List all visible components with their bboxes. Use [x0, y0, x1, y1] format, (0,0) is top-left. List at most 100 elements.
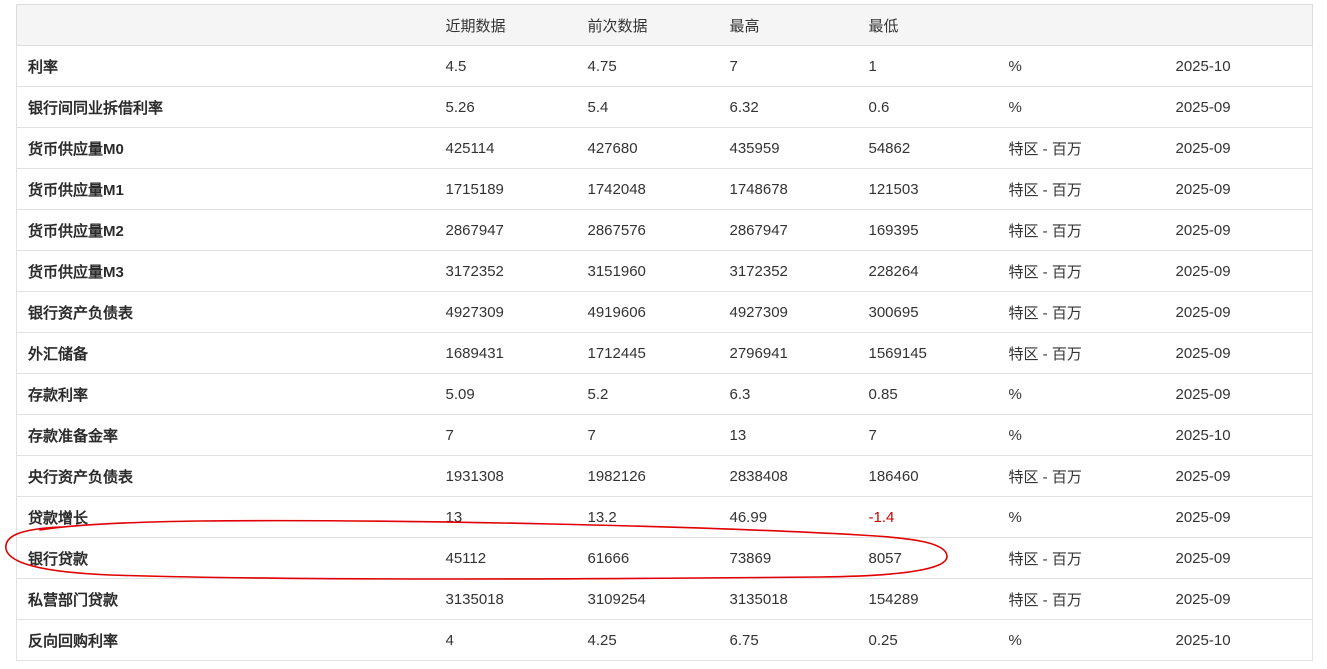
- row-latest: 1931308: [445, 455, 588, 497]
- table-row[interactable]: 反向回购利率 4 4.25 6.75 0.25% 2025-10: [16, 619, 1313, 661]
- row-name[interactable]: 央行资产负债表: [16, 455, 446, 497]
- header-latest[interactable]: 近期数据: [445, 4, 588, 46]
- row-unit: 特区 - 百万: [1008, 537, 1176, 579]
- row-unit: %: [1008, 414, 1176, 456]
- row-unit: %: [1008, 373, 1176, 415]
- row-unit: 特区 - 百万: [1008, 168, 1176, 210]
- row-latest: 45112: [445, 537, 588, 579]
- row-latest: 425114: [445, 127, 588, 169]
- table-row[interactable]: 存款利率 5.09 5.2 6.3 0.85% 2025-09: [16, 373, 1313, 415]
- row-latest: 1689431: [445, 332, 588, 374]
- row-name[interactable]: 外汇储备: [16, 332, 446, 374]
- row-date: 2025-09: [1175, 496, 1313, 538]
- row-date: 2025-09: [1175, 291, 1313, 333]
- table-header-row: 近期数据 前次数据 最高 最低: [16, 4, 1313, 46]
- header-previous[interactable]: 前次数据: [587, 4, 730, 46]
- row-low: 300695: [868, 291, 1009, 333]
- row-low: 0.6: [868, 86, 1009, 128]
- row-previous: 427680: [587, 127, 730, 169]
- header-high[interactable]: 最高: [729, 4, 869, 46]
- row-previous: 5.2: [587, 373, 730, 415]
- row-date: 2025-09: [1175, 537, 1313, 579]
- row-name[interactable]: 货币供应量M1: [16, 168, 446, 210]
- row-previous: 1982126: [587, 455, 730, 497]
- row-high: 3172352: [729, 250, 869, 292]
- row-name[interactable]: 私营部门贷款: [16, 578, 446, 620]
- row-high: 435959: [729, 127, 869, 169]
- row-name[interactable]: 银行资产负债表: [16, 291, 446, 333]
- row-low: 186460: [868, 455, 1009, 497]
- row-latest: 7: [445, 414, 588, 456]
- table-row[interactable]: 银行资产负债表 4927309 4919606 4927309 300695 特区 - 百…: [16, 291, 1313, 333]
- row-date: 2025-10: [1175, 414, 1313, 456]
- row-low: 7: [868, 414, 1009, 456]
- row-previous: 2867576: [587, 209, 730, 251]
- header-date: [1175, 4, 1313, 46]
- row-date: 2025-09: [1175, 209, 1313, 251]
- row-high: 2796941: [729, 332, 869, 374]
- row-unit: 特区 - 百万: [1008, 250, 1176, 292]
- row-high: 6.75: [729, 619, 869, 661]
- row-date: 2025-09: [1175, 250, 1313, 292]
- row-date: 2025-10: [1175, 619, 1313, 661]
- row-unit: 特区 - 百万: [1008, 455, 1176, 497]
- row-previous: 4919606: [587, 291, 730, 333]
- indicator-table-container: 近期数据 前次数据 最高 最低 利率 4.5 4.75 7 1% 2025-10 银行间同业…: [16, 4, 1313, 661]
- row-latest: 4: [445, 619, 588, 661]
- table-row[interactable]: 货币供应量M1 1715189 1742048 1748678 121503 特区 - 百…: [16, 168, 1313, 210]
- row-unit: 特区 - 百万: [1008, 291, 1176, 333]
- table-row[interactable]: 利率 4.5 4.75 7 1% 2025-10: [16, 45, 1313, 87]
- row-low: 1: [868, 45, 1009, 87]
- table-row[interactable]: 货币供应量M2 2867947 2867576 2867947 169395 特区 - 百…: [16, 209, 1313, 251]
- table-row[interactable]: 货币供应量M0 425114 427680 435959 54862 特区 - 百万 202…: [16, 127, 1313, 169]
- row-previous: 7: [587, 414, 730, 456]
- table-row[interactable]: 私营部门贷款 3135018 3109254 3135018 154289 特区 - 百万…: [16, 578, 1313, 620]
- row-unit: %: [1008, 496, 1176, 538]
- row-name[interactable]: 银行贷款: [16, 537, 446, 579]
- header-low[interactable]: 最低: [868, 4, 1009, 46]
- row-high: 13: [729, 414, 869, 456]
- row-name[interactable]: 利率: [16, 45, 446, 87]
- header-unit: [1008, 4, 1176, 46]
- table-row[interactable]: 存款准备金率 7 7 13 7% 2025-10: [16, 414, 1313, 456]
- row-latest: 3172352: [445, 250, 588, 292]
- row-latest: 4.5: [445, 45, 588, 87]
- row-date: 2025-09: [1175, 373, 1313, 415]
- row-high: 4927309: [729, 291, 869, 333]
- row-latest: 5.26: [445, 86, 588, 128]
- table-row[interactable]: 货币供应量M3 3172352 3151960 3172352 228264 特区 - 百…: [16, 250, 1313, 292]
- row-low: -1.4: [868, 496, 1009, 538]
- row-date: 2025-09: [1175, 168, 1313, 210]
- table-row[interactable]: 银行贷款 45112 61666 73869 8057 特区 - 百万 2025-09: [16, 537, 1313, 579]
- row-low: 228264: [868, 250, 1009, 292]
- row-unit: %: [1008, 86, 1176, 128]
- row-unit: %: [1008, 45, 1176, 87]
- row-date: 2025-09: [1175, 127, 1313, 169]
- table-row[interactable]: 贷款增长 13 13.2 46.99 -1.4% 2025-09: [16, 496, 1313, 538]
- row-previous: 5.4: [587, 86, 730, 128]
- row-name[interactable]: 反向回购利率: [16, 619, 446, 661]
- row-low: 54862: [868, 127, 1009, 169]
- row-unit: 特区 - 百万: [1008, 127, 1176, 169]
- row-name[interactable]: 货币供应量M2: [16, 209, 446, 251]
- row-date: 2025-09: [1175, 86, 1313, 128]
- row-date: 2025-09: [1175, 455, 1313, 497]
- row-high: 2867947: [729, 209, 869, 251]
- row-unit: %: [1008, 619, 1176, 661]
- row-low: 0.85: [868, 373, 1009, 415]
- row-low: 154289: [868, 578, 1009, 620]
- row-name[interactable]: 存款准备金率: [16, 414, 446, 456]
- row-name[interactable]: 贷款增长: [16, 496, 446, 538]
- row-latest: 1715189: [445, 168, 588, 210]
- row-name[interactable]: 货币供应量M0: [16, 127, 446, 169]
- row-latest: 13: [445, 496, 588, 538]
- row-high: 3135018: [729, 578, 869, 620]
- row-latest: 5.09: [445, 373, 588, 415]
- row-low: 169395: [868, 209, 1009, 251]
- table-row[interactable]: 银行间同业拆借利率 5.26 5.4 6.32 0.6% 2025-09: [16, 86, 1313, 128]
- table-row[interactable]: 央行资产负债表 1931308 1982126 2838408 186460 特区 - 百…: [16, 455, 1313, 497]
- row-name[interactable]: 银行间同业拆借利率: [16, 86, 446, 128]
- row-name[interactable]: 存款利率: [16, 373, 446, 415]
- row-name[interactable]: 货币供应量M3: [16, 250, 446, 292]
- table-row[interactable]: 外汇储备 1689431 1712445 2796941 1569145 特区 - 百万 2…: [16, 332, 1313, 374]
